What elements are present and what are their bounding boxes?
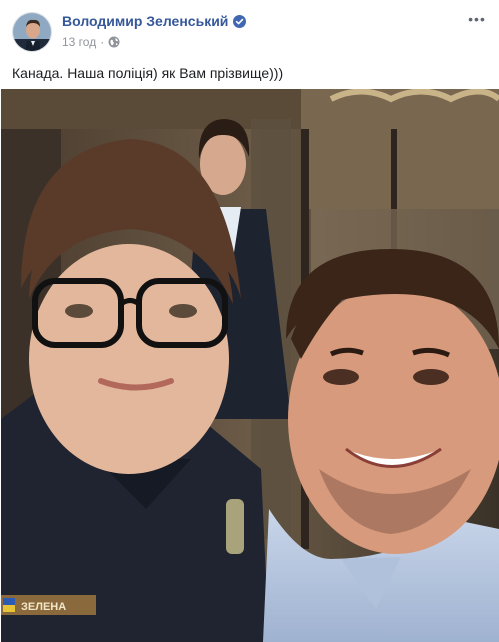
selfie-photo: ЗЕЛЕНА xyxy=(1,89,499,642)
name-tag-text: ЗЕЛЕНА xyxy=(21,601,66,613)
avatar-image xyxy=(13,13,51,51)
profile-avatar[interactable] xyxy=(12,12,52,52)
post-author: Володимир Зеленський xyxy=(62,13,247,29)
police-badge-icon xyxy=(226,499,244,554)
post-meta: 13 год · xyxy=(62,35,120,49)
more-options-icon[interactable]: ••• xyxy=(467,11,487,27)
globe-icon[interactable] xyxy=(108,36,120,48)
author-name[interactable]: Володимир Зеленський xyxy=(62,13,228,29)
verified-badge-icon xyxy=(233,14,247,28)
post-photo[interactable]: ЗЕЛЕНА xyxy=(1,89,499,642)
post-text: Канада. Наша поліція) як Вам прізвище))) xyxy=(12,65,284,81)
post-timestamp[interactable]: 13 год xyxy=(62,35,96,49)
facebook-post: Володимир Зеленський 13 год · ••• Канада… xyxy=(0,0,499,642)
meta-separator: · xyxy=(100,35,105,49)
post-header: Володимир Зеленський 13 год · ••• xyxy=(0,0,499,58)
